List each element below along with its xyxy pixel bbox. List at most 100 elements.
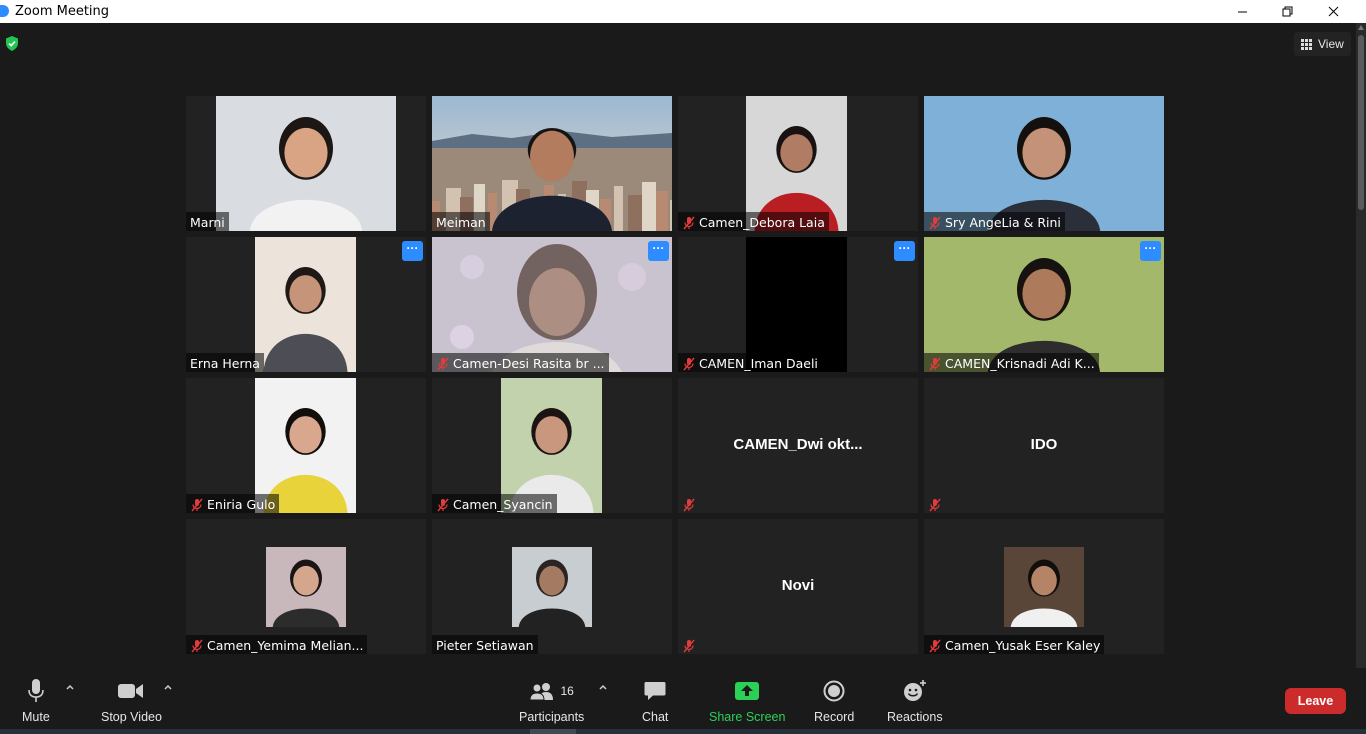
participant-tile[interactable]: Pieter Setiawan bbox=[432, 519, 672, 654]
close-button[interactable] bbox=[1310, 0, 1356, 23]
participant-name-tag: Sry AngeLia & Rini bbox=[924, 212, 1065, 231]
scroll-up-icon[interactable] bbox=[1358, 25, 1364, 30]
participant-name-tag: Pieter Setiawan bbox=[432, 635, 538, 654]
participant-name: Marni bbox=[190, 215, 225, 230]
muted-mic-icon bbox=[929, 216, 941, 229]
participant-video-icon bbox=[266, 547, 346, 627]
more-dots-icon[interactable]: ··· bbox=[894, 241, 915, 261]
participant-video-icon bbox=[924, 237, 1164, 372]
zoom-icon bbox=[0, 5, 9, 17]
share-arrow-icon bbox=[735, 682, 760, 700]
participant-tile[interactable]: Marni bbox=[186, 96, 426, 231]
participant-name-tag: Marni bbox=[186, 212, 229, 231]
muted-mic-icon bbox=[191, 498, 203, 511]
participant-tile[interactable]: Camen_Yusak Eser Kaley bbox=[924, 519, 1164, 654]
participant-video-icon bbox=[432, 237, 672, 372]
participant-tile[interactable]: Erna Herna ··· bbox=[186, 237, 426, 372]
chevron-up-icon[interactable] bbox=[65, 682, 75, 692]
minimize-button[interactable] bbox=[1219, 0, 1265, 23]
mic-icon bbox=[28, 679, 44, 702]
participant-name: Pieter Setiawan bbox=[436, 638, 534, 653]
participant-name-tag: Meiman bbox=[432, 212, 490, 231]
muted-mic-icon bbox=[683, 498, 695, 511]
participant-tile[interactable]: CAMEN_Iman Daeli ··· bbox=[678, 237, 918, 372]
participant-video-icon bbox=[512, 547, 592, 627]
view-button[interactable]: View bbox=[1294, 32, 1351, 56]
participant-video-icon bbox=[255, 378, 356, 513]
mute-button[interactable]: Mute bbox=[22, 678, 50, 724]
participant-tile[interactable]: CAMEN_Dwi okt... bbox=[678, 378, 918, 513]
participant-tile[interactable]: IDO bbox=[924, 378, 1164, 513]
participant-name: Erna Herna bbox=[190, 356, 260, 371]
more-dots-icon[interactable]: ··· bbox=[648, 241, 669, 261]
taskbar-segment bbox=[530, 729, 576, 734]
close-icon bbox=[1328, 6, 1338, 17]
record-icon bbox=[823, 680, 845, 702]
video-stage: View Marni Meiman Camen_Debora Laia Sry … bbox=[0, 23, 1366, 668]
participant-name-tag: Camen_Syancin bbox=[432, 494, 557, 513]
participant-tile[interactable]: Sry AngeLia & Rini bbox=[924, 96, 1164, 231]
participant-video-icon bbox=[255, 237, 356, 372]
participant-name-tag bbox=[678, 635, 703, 654]
participant-video-icon bbox=[216, 96, 396, 231]
participants-button[interactable]: 16 Participants bbox=[519, 678, 584, 724]
participant-video-icon bbox=[1004, 547, 1084, 627]
participant-name-tag: Eniria Gulo bbox=[186, 494, 280, 513]
participant-video bbox=[924, 96, 1164, 231]
stop-video-button[interactable]: Stop Video bbox=[101, 678, 162, 724]
participant-name-tag: Erna Herna bbox=[186, 353, 264, 372]
participant-tile[interactable]: Camen_Debora Laia bbox=[678, 96, 918, 231]
stop-video-label: Stop Video bbox=[101, 710, 162, 724]
participant-name-tag: CAMEN_Iman Daeli bbox=[678, 353, 822, 372]
participant-video bbox=[432, 237, 672, 372]
participant-tile[interactable]: Camen-Desi Rasita br ... ··· bbox=[432, 237, 672, 372]
participant-video bbox=[255, 378, 356, 513]
meeting-toolbar: Mute Stop Video 16 Participants Chat Sha… bbox=[0, 668, 1366, 734]
participant-tile[interactable]: Camen_Syancin bbox=[432, 378, 672, 513]
participant-tile[interactable]: Eniria Gulo bbox=[186, 378, 426, 513]
participant-video bbox=[266, 547, 346, 627]
share-screen-button[interactable]: Share Screen bbox=[709, 678, 785, 724]
reactions-label: Reactions bbox=[887, 710, 943, 724]
participant-video bbox=[746, 96, 847, 231]
participant-tile[interactable]: CAMEN_Krisnadi Adi K... ··· bbox=[924, 237, 1164, 372]
participant-video-icon bbox=[432, 96, 672, 231]
muted-mic-icon bbox=[683, 357, 695, 370]
participants-count: 16 bbox=[560, 684, 574, 698]
muted-mic-icon bbox=[929, 498, 941, 511]
scrollbar[interactable] bbox=[1356, 23, 1366, 668]
participant-video bbox=[924, 237, 1164, 372]
participant-tile[interactable]: Novi bbox=[678, 519, 918, 654]
chat-label: Chat bbox=[642, 710, 669, 724]
shield-check-icon[interactable] bbox=[5, 36, 19, 51]
window-title: Zoom Meeting bbox=[15, 4, 110, 19]
participant-video bbox=[255, 237, 356, 372]
participant-video-icon bbox=[746, 96, 847, 231]
more-dots-icon[interactable]: ··· bbox=[1140, 241, 1161, 261]
participant-name: Camen_Debora Laia bbox=[699, 215, 825, 230]
chat-button[interactable]: Chat bbox=[642, 678, 668, 724]
participant-name: Camen_Yusak Eser Kaley bbox=[945, 638, 1101, 653]
title-bar: Zoom Meeting bbox=[0, 0, 1366, 23]
participant-name: Camen_Yemima Melian... bbox=[207, 638, 364, 653]
participant-video bbox=[1004, 547, 1084, 627]
chevron-up-icon[interactable] bbox=[163, 682, 173, 692]
participant-name: Camen-Desi Rasita br ... bbox=[453, 356, 605, 371]
video-camera-icon bbox=[118, 684, 144, 698]
share-screen-label: Share Screen bbox=[709, 710, 786, 724]
participant-tile[interactable]: Camen_Yemima Melian... bbox=[186, 519, 426, 654]
minimize-icon bbox=[1237, 11, 1247, 13]
scroll-thumb[interactable] bbox=[1358, 35, 1364, 210]
record-button[interactable]: Record bbox=[814, 678, 854, 724]
chevron-up-icon[interactable] bbox=[598, 682, 608, 692]
reactions-button[interactable]: Reactions bbox=[887, 678, 943, 724]
participant-tile[interactable]: Meiman bbox=[432, 96, 672, 231]
participant-video bbox=[216, 96, 396, 231]
participant-name-tag bbox=[924, 494, 949, 513]
record-label: Record bbox=[814, 710, 855, 724]
more-dots-icon[interactable]: ··· bbox=[402, 241, 423, 261]
participant-name: CAMEN_Iman Daeli bbox=[699, 356, 818, 371]
leave-button[interactable]: Leave bbox=[1285, 688, 1346, 714]
restore-button[interactable] bbox=[1264, 0, 1310, 23]
participant-display-name: CAMEN_Dwi okt... bbox=[733, 436, 863, 453]
